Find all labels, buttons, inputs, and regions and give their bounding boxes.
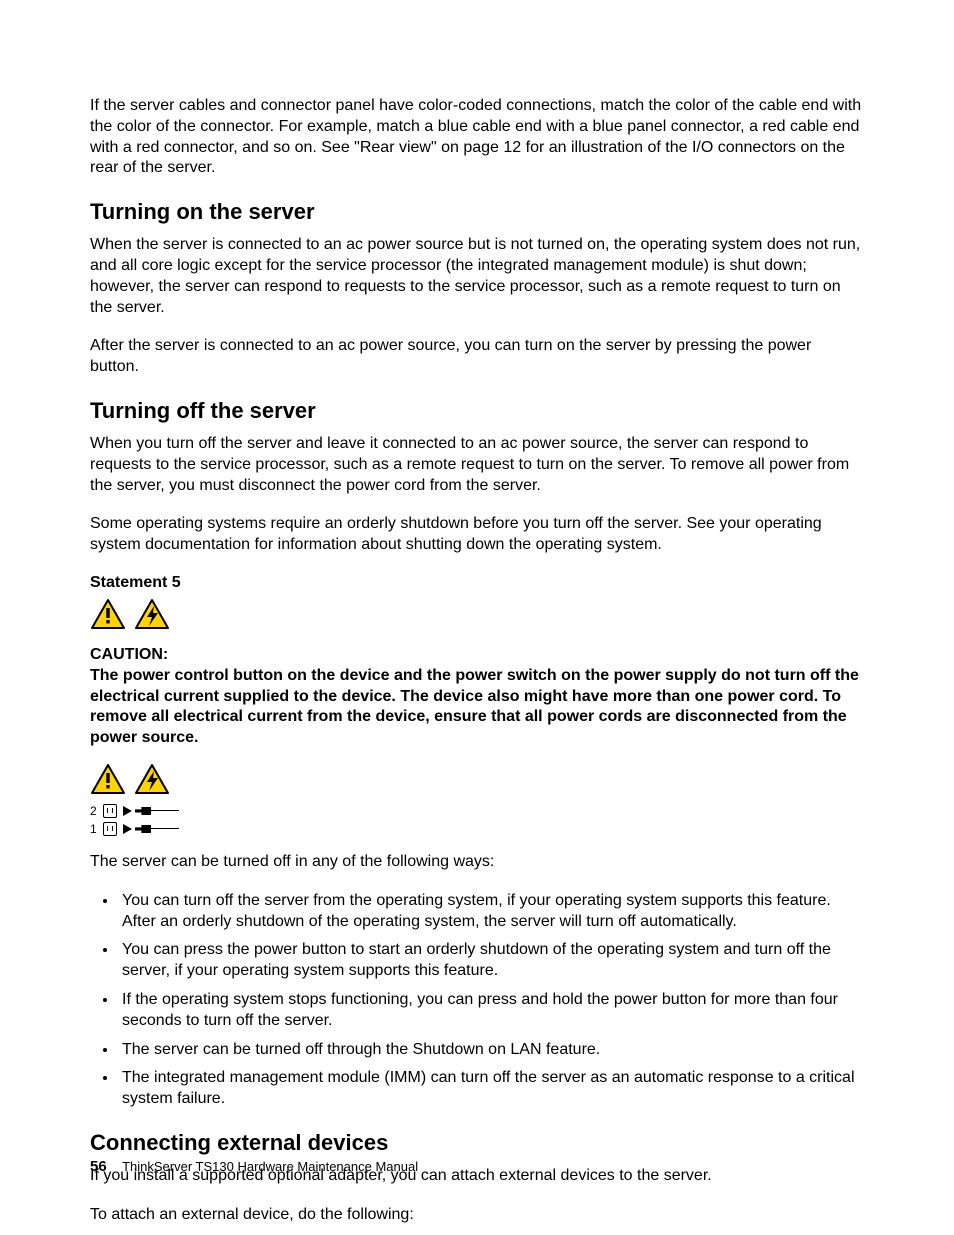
outlet-icon — [103, 822, 117, 836]
power-cord-row-2: 2 — [90, 802, 864, 820]
list-item: If the operating system stops functionin… — [118, 990, 864, 1032]
intro-paragraph: If the server cables and connector panel… — [90, 96, 864, 179]
caution-text: The power control button on the device a… — [90, 666, 864, 749]
cord-number-2: 2 — [90, 804, 100, 818]
caution-exclamation-icon — [90, 763, 126, 800]
list-item: The integrated management module (IMM) c… — [118, 1068, 864, 1110]
turnoff-ways-list: You can turn off the server from the ope… — [90, 891, 864, 1110]
turnoff-ways-intro: The server can be turned off in any of t… — [90, 852, 864, 873]
electrical-hazard-icon — [134, 763, 170, 800]
arrow-right-icon — [123, 806, 132, 816]
connecting-paragraph-2: To attach an external device, do the fol… — [90, 1205, 864, 1226]
turning-off-paragraph-1: When you turn off the server and leave i… — [90, 434, 864, 496]
warning-icons-row-1 — [90, 598, 864, 635]
list-item: The server can be turned off through the… — [118, 1040, 864, 1061]
caution-block: CAUTION: The power control button on the… — [90, 645, 864, 749]
outlet-icon — [103, 804, 117, 818]
turning-on-paragraph-1: When the server is connected to an ac po… — [90, 235, 864, 318]
turning-on-paragraph-2: After the server is connected to an ac p… — [90, 336, 864, 378]
power-cord-icon — [135, 806, 179, 816]
warning-icons-row-2 — [90, 763, 864, 800]
power-cord-icon — [135, 824, 179, 834]
heading-turning-on: Turning on the server — [90, 199, 864, 225]
heading-turning-off: Turning off the server — [90, 398, 864, 424]
list-item: You can turn off the server from the ope… — [118, 891, 864, 933]
footer-title: ThinkServer TS130 Hardware Maintenance M… — [122, 1159, 418, 1174]
turning-off-paragraph-2: Some operating systems require an orderl… — [90, 514, 864, 556]
power-cord-diagram: 2 1 — [90, 802, 864, 838]
cord-number-1: 1 — [90, 822, 100, 836]
caution-label: CAUTION: — [90, 645, 864, 666]
page-number: 56 — [90, 1158, 107, 1175]
arrow-right-icon — [123, 824, 132, 834]
electrical-hazard-icon — [134, 598, 170, 635]
power-cord-row-1: 1 — [90, 820, 864, 838]
list-item: You can press the power button to start … — [118, 940, 864, 982]
caution-exclamation-icon — [90, 598, 126, 635]
heading-connecting-external: Connecting external devices — [90, 1130, 864, 1156]
page: If the server cables and connector panel… — [0, 0, 954, 1235]
page-footer: 56 ThinkServer TS130 Hardware Maintenanc… — [90, 1158, 418, 1175]
statement-5-label: Statement 5 — [90, 574, 864, 592]
